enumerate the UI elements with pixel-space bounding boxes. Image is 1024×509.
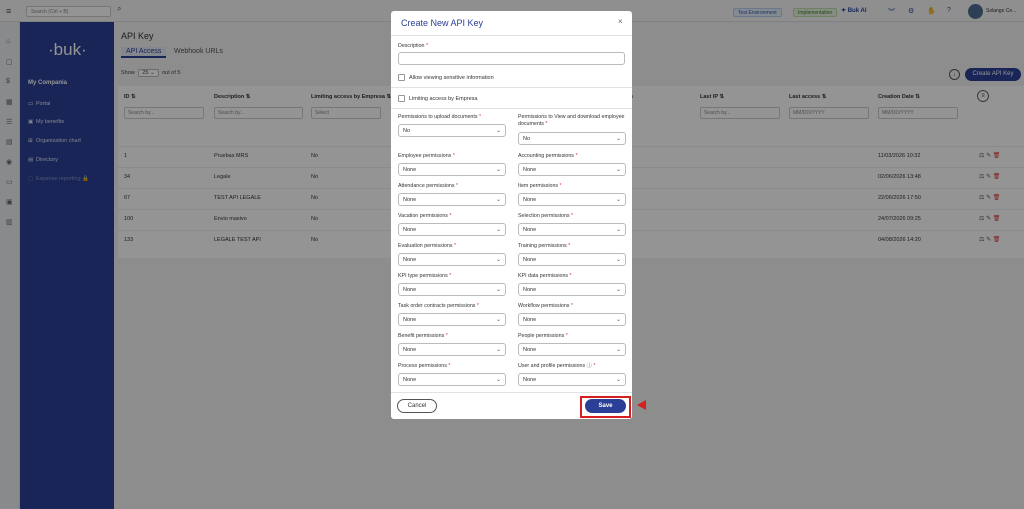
cancel-button[interactable]: Cancel: [397, 399, 437, 413]
selection-permissions-label: Selection permissions *: [518, 213, 574, 219]
people-permissions-label: People permissions *: [518, 333, 568, 339]
limiting-access-checkbox[interactable]: Limiting access by Empresa: [398, 95, 477, 102]
item-permissions-select[interactable]: None ⌄: [518, 193, 626, 206]
close-icon[interactable]: ×: [618, 17, 623, 26]
user-profile-permissions-select[interactable]: None ⌄: [518, 373, 626, 386]
accounting-permissions-select[interactable]: None ⌄: [518, 163, 626, 176]
sensitive-info-checkbox[interactable]: Allow viewing sensitive information: [398, 74, 494, 81]
attendance-permissions-label: Attendance permissions *: [398, 183, 459, 189]
process-permissions-label: Process permissions *: [398, 363, 451, 369]
vacation-permissions-select[interactable]: None ⌄: [398, 223, 506, 236]
item-permissions-label: Item permissions *: [518, 183, 562, 189]
evaluation-permissions-label: Evaluation permissions *: [398, 243, 457, 249]
pointer-arrow-icon: [637, 400, 646, 410]
benefit-permissions-select[interactable]: None ⌄: [398, 343, 506, 356]
divider: [391, 87, 632, 88]
benefit-permissions-label: Benefit permissions *: [398, 333, 448, 339]
view-documents-label: Permissions to View and download employe…: [518, 114, 625, 127]
kpi-data-permissions-label: KPI data permissions *: [518, 273, 572, 279]
employee-permissions-label: Employee permissions *: [398, 153, 455, 159]
workflow-permissions-select[interactable]: None ⌄: [518, 313, 626, 326]
employee-permissions-select[interactable]: None ⌄: [398, 163, 506, 176]
upload-documents-select[interactable]: No ⌄: [398, 124, 506, 137]
kpi-type-permissions-label: KPI type permissions *: [398, 273, 452, 279]
divider: [391, 108, 632, 109]
user-profile-permissions-label: User and profile permissions ⓘ *: [518, 363, 596, 369]
kpi-type-permissions-select[interactable]: None ⌄: [398, 283, 506, 296]
kpi-data-permissions-select[interactable]: None ⌄: [518, 283, 626, 296]
task-order-permissions-select[interactable]: None ⌄: [398, 313, 506, 326]
process-permissions-select[interactable]: None ⌄: [398, 373, 506, 386]
vacation-permissions-label: Vacation permissions *: [398, 213, 452, 219]
upload-documents-label: Permissions to upload documents *: [398, 114, 482, 120]
attendance-permissions-select[interactable]: None ⌄: [398, 193, 506, 206]
people-permissions-select[interactable]: None ⌄: [518, 343, 626, 356]
description-label: Description *: [398, 43, 429, 49]
modal-title: Create New API Key: [401, 18, 484, 28]
workflow-permissions-label: Workflow permissions *: [518, 303, 573, 309]
description-input[interactable]: [398, 52, 625, 65]
training-permissions-label: Training permissions *: [518, 243, 571, 249]
create-api-key-modal: Create New API Key × Description * Allow…: [391, 11, 632, 419]
view-documents-select[interactable]: No ⌄: [518, 132, 626, 145]
divider: [391, 35, 632, 36]
evaluation-permissions-select[interactable]: None ⌄: [398, 253, 506, 266]
training-permissions-select[interactable]: None ⌄: [518, 253, 626, 266]
task-order-permissions-label: Task order contracts permissions *: [398, 303, 479, 309]
accounting-permissions-label: Accounting permissions *: [518, 153, 578, 159]
divider: [391, 392, 632, 393]
save-highlight-box: [580, 396, 631, 418]
selection-permissions-select[interactable]: None ⌄: [518, 223, 626, 236]
